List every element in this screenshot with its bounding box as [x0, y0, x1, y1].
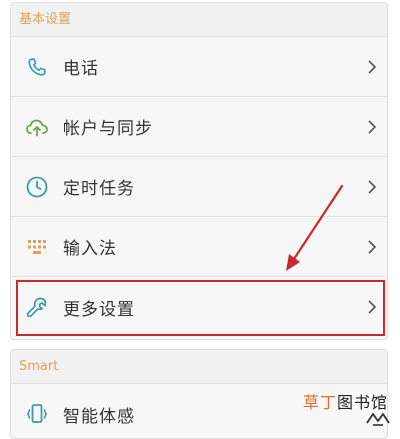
- cloud-sync-icon: [25, 115, 49, 139]
- settings-item-scheduled-tasks[interactable]: 定时任务: [11, 157, 387, 217]
- watermark-logo-icon: [366, 413, 390, 426]
- chevron-right-icon: [368, 179, 377, 194]
- settings-item-label: 电话: [63, 59, 99, 79]
- section-header-basic: 基本设置: [11, 3, 387, 37]
- settings-item-label: 输入法: [63, 239, 117, 259]
- settings-screen: 基本设置 电话 帐户与同步 定时任务 输入法 更多设置 Smart 智能体感 草…: [0, 0, 400, 439]
- keypad-icon: [25, 235, 49, 259]
- settings-item-phone[interactable]: 电话: [11, 37, 387, 97]
- settings-item-label: 帐户与同步: [63, 119, 153, 139]
- phone-icon: [25, 55, 49, 79]
- wrench-icon: [25, 295, 49, 319]
- settings-item-label: 智能体感: [63, 406, 135, 427]
- settings-item-more-settings[interactable]: 更多设置: [11, 277, 387, 337]
- phone-motion-icon: [25, 402, 49, 426]
- chevron-right-icon: [368, 300, 377, 314]
- settings-item-accounts-sync[interactable]: 帐户与同步: [11, 97, 387, 157]
- settings-item-label: 定时任务: [63, 179, 135, 199]
- section-header-smart: Smart: [11, 350, 387, 384]
- basic-settings-card: 基本设置 电话 帐户与同步 定时任务 输入法 更多设置: [10, 2, 388, 340]
- chevron-right-icon: [368, 119, 377, 134]
- chevron-right-icon: [368, 239, 377, 254]
- settings-item-input-method[interactable]: 输入法: [11, 217, 387, 277]
- clock-icon: [25, 175, 49, 199]
- settings-item-label: 更多设置: [63, 299, 135, 320]
- chevron-right-icon: [368, 59, 377, 74]
- watermark-text-a: 草丁: [302, 393, 337, 412]
